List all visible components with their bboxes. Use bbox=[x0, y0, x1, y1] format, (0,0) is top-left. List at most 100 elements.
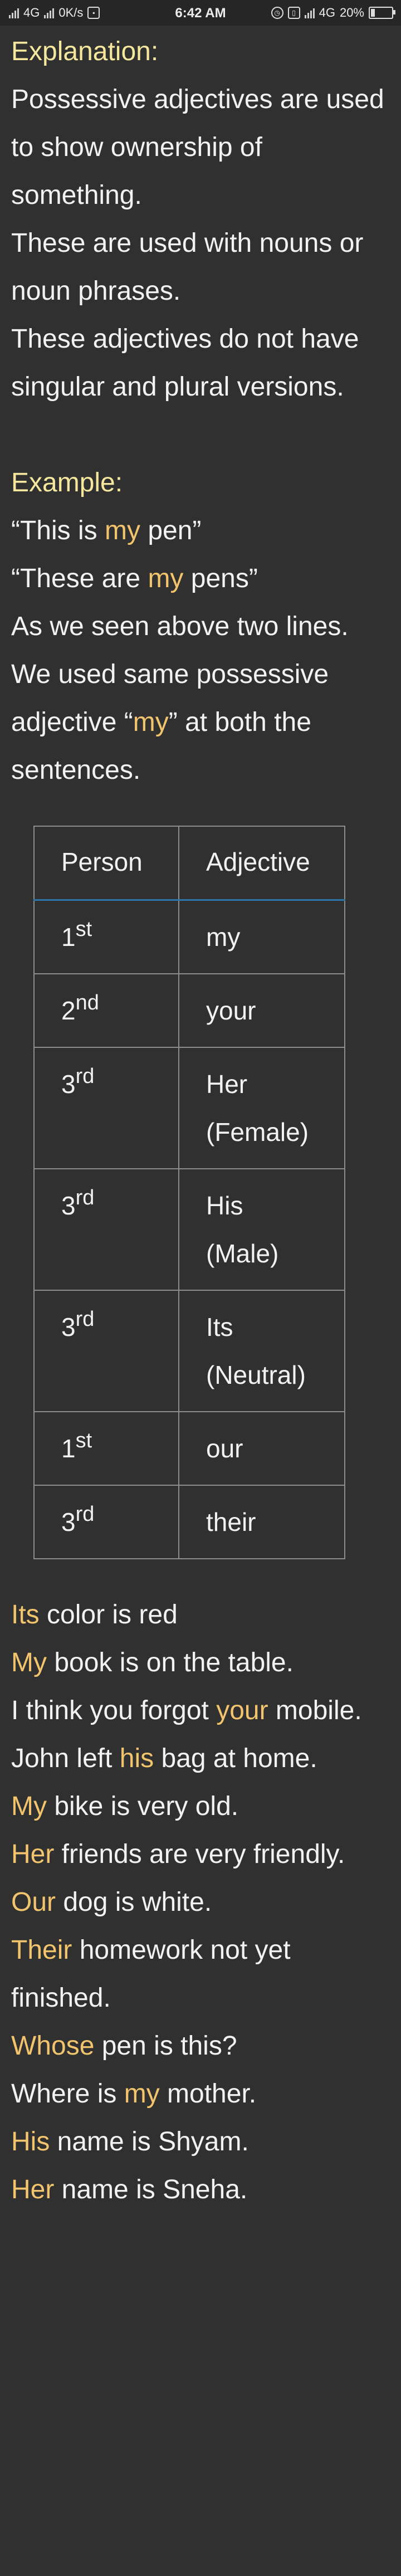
status-right: ◷ ▯ 4G 20% bbox=[271, 6, 395, 20]
vibrate-icon: ▯ bbox=[287, 7, 300, 19]
person-suffix: st bbox=[75, 1429, 92, 1452]
text-segment: I think you forgot bbox=[11, 1696, 217, 1725]
sentence: I think you forgot your mobile. bbox=[11, 1687, 395, 1735]
highlight-word: your bbox=[216, 1696, 268, 1725]
explanation-paragraph: These are used with nouns or noun phrase… bbox=[11, 228, 364, 306]
example-sentences: Its color is red My book is on the table… bbox=[11, 1591, 395, 2214]
signal-icon-3 bbox=[304, 7, 315, 18]
highlight-word: My bbox=[11, 1648, 47, 1677]
explanation-paragraph: These adjectives do not have singular an… bbox=[11, 324, 359, 402]
person-cell: 3rd bbox=[33, 1485, 179, 1559]
highlight-word: Our bbox=[11, 1887, 56, 1917]
sentence: Our dog is white. bbox=[11, 1879, 395, 1926]
person-cell: 1st bbox=[33, 1411, 179, 1486]
table-header-person: Person bbox=[33, 826, 179, 901]
highlight-word: Her bbox=[11, 2175, 55, 2204]
example-line: “This is my pen” bbox=[11, 507, 395, 555]
highlight-word: Her bbox=[11, 1840, 55, 1869]
status-bar: 4G 0K/s ▪ 6:42 AM ◷ ▯ 4G 20% bbox=[0, 0, 401, 26]
example-note: As we seen above two lines. We used same… bbox=[11, 603, 395, 794]
sentence: My book is on the table. bbox=[11, 1639, 395, 1687]
sentence: Their homework not yet finished. bbox=[11, 1926, 395, 2022]
highlight-word: my bbox=[105, 516, 140, 545]
text-segment: color is red bbox=[39, 1600, 178, 1629]
person-suffix: rd bbox=[75, 1502, 95, 1526]
adjective-table: Person Adjective 1st my 2nd your 3rd Her… bbox=[33, 826, 345, 1559]
highlight-word: my bbox=[148, 564, 184, 593]
text-segment: “These are bbox=[11, 564, 148, 593]
person-number: 1 bbox=[61, 923, 76, 952]
person-suffix: st bbox=[75, 918, 92, 941]
table-row: 1st my bbox=[33, 899, 345, 974]
text-segment: pens” bbox=[183, 564, 258, 593]
text-segment: “This is bbox=[11, 516, 105, 545]
highlight-word: his bbox=[119, 1744, 154, 1773]
alarm-icon: ◷ bbox=[271, 7, 283, 19]
person-cell: 3rd bbox=[33, 1168, 179, 1291]
adjective-cell: my bbox=[178, 899, 345, 974]
person-cell: 3rd bbox=[33, 1290, 179, 1412]
text-segment: name is Sneha. bbox=[54, 2175, 248, 2204]
sentence: Her name is Sneha. bbox=[11, 2166, 395, 2214]
text-segment: mother. bbox=[159, 2079, 257, 2109]
battery-percent: 20% bbox=[339, 6, 364, 19]
example-heading: Example: bbox=[11, 468, 123, 497]
lesson-content: Explanation: Possessive adjectives are u… bbox=[11, 28, 395, 794]
adjective-cell: His (Male) bbox=[178, 1168, 345, 1291]
highlight-word: Its bbox=[11, 1600, 40, 1629]
adjective-cell: their bbox=[178, 1485, 345, 1559]
person-number: 1 bbox=[61, 1434, 76, 1463]
text-segment: pen is this? bbox=[94, 2031, 237, 2061]
person-suffix: rd bbox=[75, 1065, 95, 1088]
battery-icon bbox=[369, 7, 395, 19]
table-header-row: Person Adjective bbox=[33, 826, 345, 901]
table-row: 3rd Her (Female) bbox=[33, 1047, 345, 1169]
text-segment: pen” bbox=[140, 516, 202, 545]
text-segment: friends are very friendly. bbox=[54, 1840, 345, 1869]
network-type-right: 4G bbox=[319, 6, 335, 19]
person-cell: 2nd bbox=[33, 973, 179, 1048]
person-number: 3 bbox=[61, 1191, 76, 1220]
sentence: Its color is red bbox=[11, 1591, 395, 1639]
highlight-word: My bbox=[11, 1792, 47, 1821]
table-row: 3rd Its (Neutral) bbox=[33, 1290, 345, 1412]
highlight-word: His bbox=[11, 2127, 50, 2157]
adjective-cell: Its (Neutral) bbox=[178, 1290, 345, 1412]
highlight-word: Whose bbox=[11, 2031, 95, 2061]
highlight-word: my bbox=[133, 708, 169, 737]
person-number: 3 bbox=[61, 1313, 76, 1341]
highlight-word: Their bbox=[11, 1935, 72, 1965]
sentence: My bike is very old. bbox=[11, 1783, 395, 1831]
example-line: “These are my pens” bbox=[11, 555, 395, 603]
person-number: 3 bbox=[61, 1507, 76, 1536]
text-segment: bike is very old. bbox=[46, 1792, 239, 1821]
text-segment: Where is bbox=[11, 2079, 124, 2109]
sentence: His name is Shyam. bbox=[11, 2118, 395, 2166]
adjective-cell: our bbox=[178, 1411, 345, 1486]
sentence: Her friends are very friendly. bbox=[11, 1831, 395, 1879]
table-row: 2nd your bbox=[33, 973, 345, 1048]
explanation-heading: Explanation: bbox=[11, 37, 159, 66]
sentence: John left his bag at home. bbox=[11, 1735, 395, 1783]
person-suffix: nd bbox=[75, 991, 99, 1014]
text-segment: book is on the table. bbox=[46, 1648, 294, 1677]
adjective-cell: your bbox=[178, 973, 345, 1048]
person-number: 2 bbox=[61, 996, 76, 1025]
table-row: 1st our bbox=[33, 1411, 345, 1486]
text-segment: name is Shyam. bbox=[50, 2127, 249, 2157]
table-row: 3rd His (Male) bbox=[33, 1168, 345, 1291]
person-cell: 3rd bbox=[33, 1047, 179, 1169]
person-cell: 1st bbox=[33, 899, 179, 974]
adjective-table-wrap: Person Adjective 1st my 2nd your 3rd Her… bbox=[33, 826, 345, 1559]
person-suffix: rd bbox=[75, 1186, 95, 1209]
sentence: Where is my mother. bbox=[11, 2070, 395, 2118]
adjective-cell: Her (Female) bbox=[178, 1047, 345, 1169]
text-segment: bag at home. bbox=[154, 1744, 317, 1773]
person-number: 3 bbox=[61, 1070, 76, 1099]
text-segment: John left bbox=[11, 1744, 120, 1773]
text-segment: dog is white. bbox=[56, 1887, 212, 1917]
highlight-word: my bbox=[124, 2079, 160, 2109]
text-segment: mobile. bbox=[268, 1696, 362, 1725]
sentence: Whose pen is this? bbox=[11, 2022, 395, 2070]
